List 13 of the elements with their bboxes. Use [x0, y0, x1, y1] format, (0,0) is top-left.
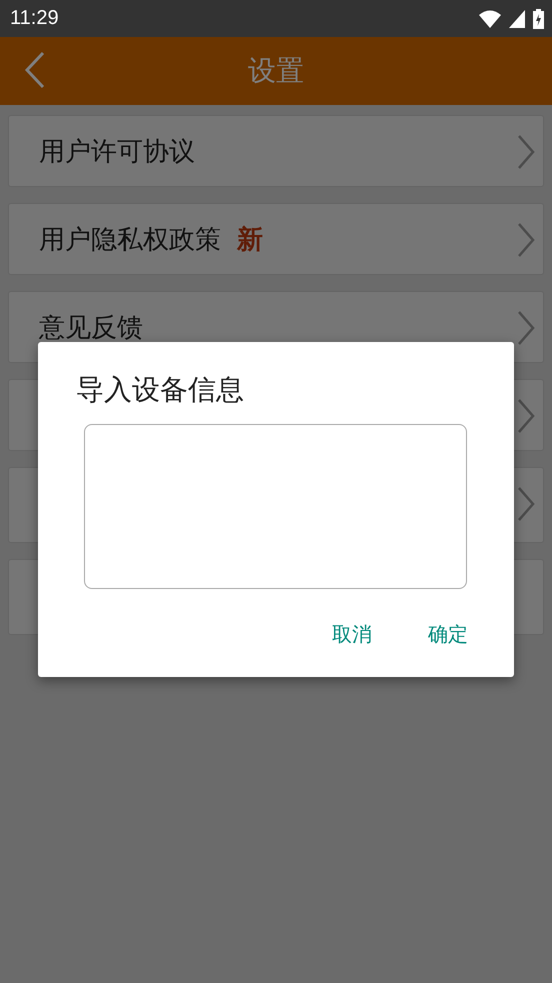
dialog-title: 导入设备信息	[76, 372, 245, 408]
page-title: 设置	[248, 53, 304, 89]
new-label: 新	[237, 224, 263, 256]
wifi-icon	[479, 10, 501, 28]
cancel-button[interactable]: 取消	[332, 617, 372, 652]
input-field[interactable]	[84, 424, 467, 589]
status-time: 11:29	[10, 7, 59, 30]
battery-icon	[533, 8, 544, 28]
back-icon[interactable]	[24, 51, 46, 89]
confirm-button[interactable]: 确定	[428, 617, 468, 652]
signal-icon	[509, 10, 525, 28]
settings-row[interactable]: 用户许可协议	[8, 115, 544, 187]
settings-row[interactable]: 用户隐私权政策 新	[8, 203, 544, 275]
